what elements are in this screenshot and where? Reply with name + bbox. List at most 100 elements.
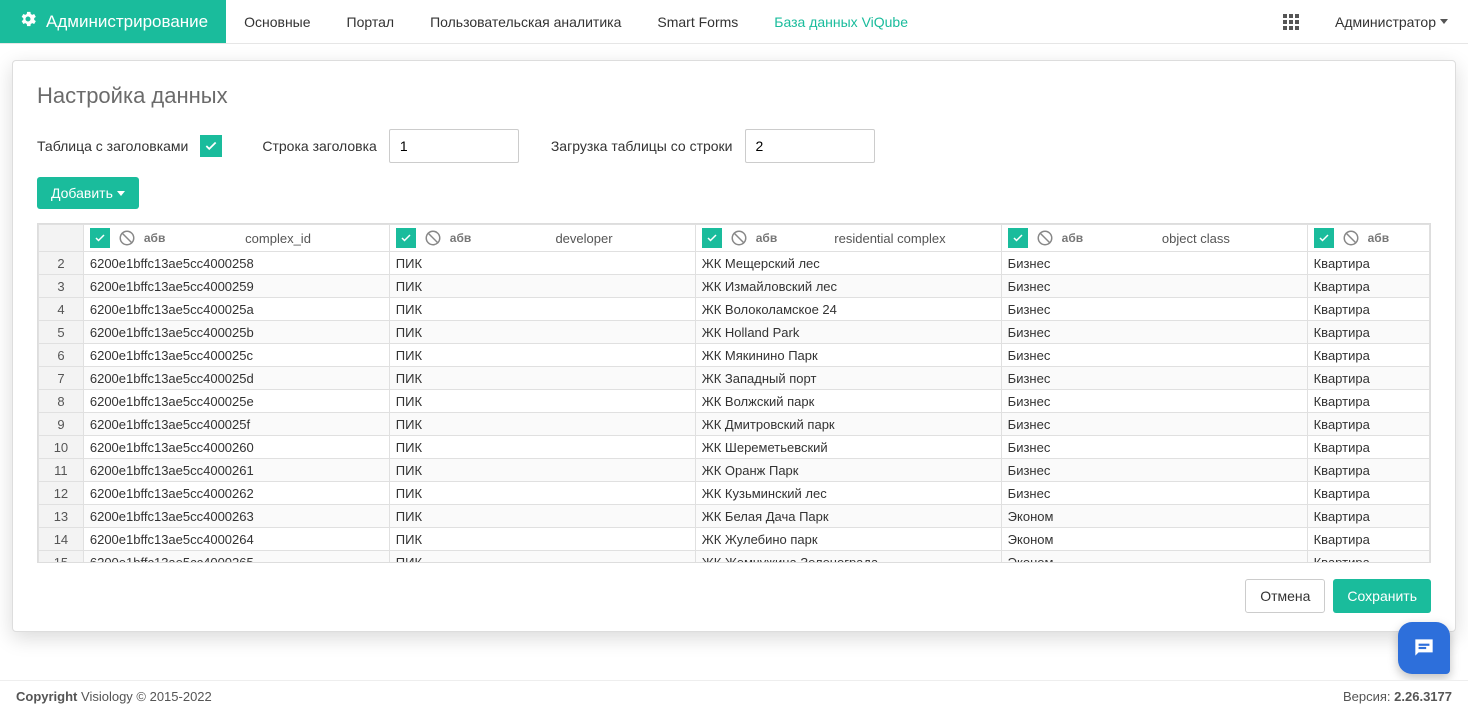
table-cell[interactable]: Бизнес [1001,459,1307,482]
table-cell[interactable]: Квартира [1307,390,1429,413]
column-include-checkbox[interactable] [702,228,722,248]
cancel-button[interactable]: Отмена [1245,579,1325,613]
table-cell[interactable]: 6200e1bffc13ae5cc4000262 [83,482,389,505]
nav-item[interactable]: Основные [226,0,328,44]
table-cell[interactable]: Квартира [1307,459,1429,482]
data-table-scroll[interactable]: абвcomplex_idабвdeveloperабвresidential … [37,223,1431,563]
table-cell[interactable]: ЖК Западный порт [695,367,1001,390]
add-button[interactable]: Добавить [37,177,139,209]
table-cell[interactable]: ЖК Мякинино Парк [695,344,1001,367]
table-cell[interactable]: 6200e1bffc13ae5cc400025b [83,321,389,344]
load-from-input[interactable] [745,129,875,163]
table-cell[interactable]: ЖК Оранж Парк [695,459,1001,482]
table-cell[interactable]: ЖК Волоколамское 24 [695,298,1001,321]
table-cell[interactable]: Квартира [1307,436,1429,459]
table-cell[interactable]: ПИК [389,551,695,564]
nav-item[interactable]: База данных ViQube [756,0,926,44]
save-button[interactable]: Сохранить [1333,579,1431,613]
table-cell[interactable]: 6200e1bffc13ae5cc400025c [83,344,389,367]
table-cell[interactable]: Квартира [1307,551,1429,564]
column-header[interactable]: абвcomplex_id [83,225,389,252]
table-cell[interactable]: 6200e1bffc13ae5cc4000261 [83,459,389,482]
table-cell[interactable]: Квартира [1307,252,1429,275]
table-cell[interactable]: Квартира [1307,482,1429,505]
table-cell[interactable]: Бизнес [1001,413,1307,436]
table-cell[interactable]: 6200e1bffc13ae5cc4000259 [83,275,389,298]
table-cell[interactable]: Бизнес [1001,482,1307,505]
table-cell[interactable]: ПИК [389,252,695,275]
column-header[interactable]: абвresidential complex [695,225,1001,252]
column-ban-icon[interactable] [730,229,748,247]
table-cell[interactable]: Квартира [1307,413,1429,436]
table-cell[interactable]: ЖК Шереметьевский [695,436,1001,459]
table-cell[interactable]: Квартира [1307,367,1429,390]
column-header[interactable]: абвdeveloper [389,225,695,252]
table-cell[interactable]: ЖК Жулебино парк [695,528,1001,551]
table-cell[interactable]: Бизнес [1001,344,1307,367]
table-cell[interactable]: Эконом [1001,551,1307,564]
table-cell[interactable]: ПИК [389,482,695,505]
table-cell[interactable]: Бизнес [1001,390,1307,413]
table-cell[interactable]: Бизнес [1001,436,1307,459]
table-cell[interactable]: 6200e1bffc13ae5cc400025d [83,367,389,390]
chat-fab[interactable] [1398,622,1450,674]
table-cell[interactable]: ПИК [389,390,695,413]
table-cell[interactable]: Квартира [1307,344,1429,367]
headers-checkbox[interactable] [200,135,222,157]
table-cell[interactable]: ПИК [389,367,695,390]
column-ban-icon[interactable] [1036,229,1054,247]
table-cell[interactable]: 6200e1bffc13ae5cc4000264 [83,528,389,551]
table-cell[interactable]: ПИК [389,275,695,298]
table-cell[interactable]: ПИК [389,436,695,459]
column-include-checkbox[interactable] [396,228,416,248]
nav-item[interactable]: Портал [329,0,413,44]
table-cell[interactable]: Квартира [1307,321,1429,344]
table-cell[interactable]: Бизнес [1001,275,1307,298]
table-cell[interactable]: ЖК Мещерский лес [695,252,1001,275]
table-cell[interactable]: Бизнес [1001,321,1307,344]
table-cell[interactable]: Эконом [1001,505,1307,528]
table-cell[interactable]: Квартира [1307,275,1429,298]
header-row-input[interactable] [389,129,519,163]
nav-item[interactable]: Пользовательская аналитика [412,0,639,44]
table-cell[interactable]: ЖК Holland Park [695,321,1001,344]
table-cell[interactable]: 6200e1bffc13ae5cc4000260 [83,436,389,459]
column-header[interactable]: абвobject class [1001,225,1307,252]
table-cell[interactable]: Бизнес [1001,252,1307,275]
table-cell[interactable]: ЖК Измайловский лес [695,275,1001,298]
table-cell[interactable]: Эконом [1001,528,1307,551]
column-ban-icon[interactable] [1342,229,1360,247]
table-cell[interactable]: ПИК [389,459,695,482]
table-cell[interactable]: 6200e1bffc13ae5cc4000263 [83,505,389,528]
table-cell[interactable]: ПИК [389,528,695,551]
table-cell[interactable]: Квартира [1307,298,1429,321]
table-cell[interactable]: ПИК [389,413,695,436]
column-include-checkbox[interactable] [90,228,110,248]
user-menu[interactable]: Администратор [1315,0,1468,43]
apps-grid-icon[interactable] [1267,0,1315,43]
table-cell[interactable]: ПИК [389,298,695,321]
column-include-checkbox[interactable] [1314,228,1334,248]
table-cell[interactable]: ЖК Волжский парк [695,390,1001,413]
column-ban-icon[interactable] [118,229,136,247]
table-cell[interactable]: Квартира [1307,528,1429,551]
column-ban-icon[interactable] [424,229,442,247]
table-cell[interactable]: 6200e1bffc13ae5cc400025f [83,413,389,436]
table-cell[interactable]: ПИК [389,505,695,528]
column-include-checkbox[interactable] [1008,228,1028,248]
table-cell[interactable]: Бизнес [1001,367,1307,390]
table-cell[interactable]: Бизнес [1001,298,1307,321]
table-cell[interactable]: ЖК Дмитровский парк [695,413,1001,436]
table-cell[interactable]: ЖК Жемчужина Зеленограда [695,551,1001,564]
table-cell[interactable]: 6200e1bffc13ae5cc4000258 [83,252,389,275]
nav-item[interactable]: Smart Forms [639,0,756,44]
table-cell[interactable]: Квартира [1307,505,1429,528]
table-cell[interactable]: 6200e1bffc13ae5cc400025a [83,298,389,321]
table-cell[interactable]: ЖК Белая Дача Парк [695,505,1001,528]
table-cell[interactable]: ПИК [389,344,695,367]
brand[interactable]: Администрирование [0,0,226,43]
table-cell[interactable]: ЖК Кузьминский лес [695,482,1001,505]
table-cell[interactable]: ПИК [389,321,695,344]
table-cell[interactable]: 6200e1bffc13ae5cc400025e [83,390,389,413]
table-cell[interactable]: 6200e1bffc13ae5cc4000265 [83,551,389,564]
